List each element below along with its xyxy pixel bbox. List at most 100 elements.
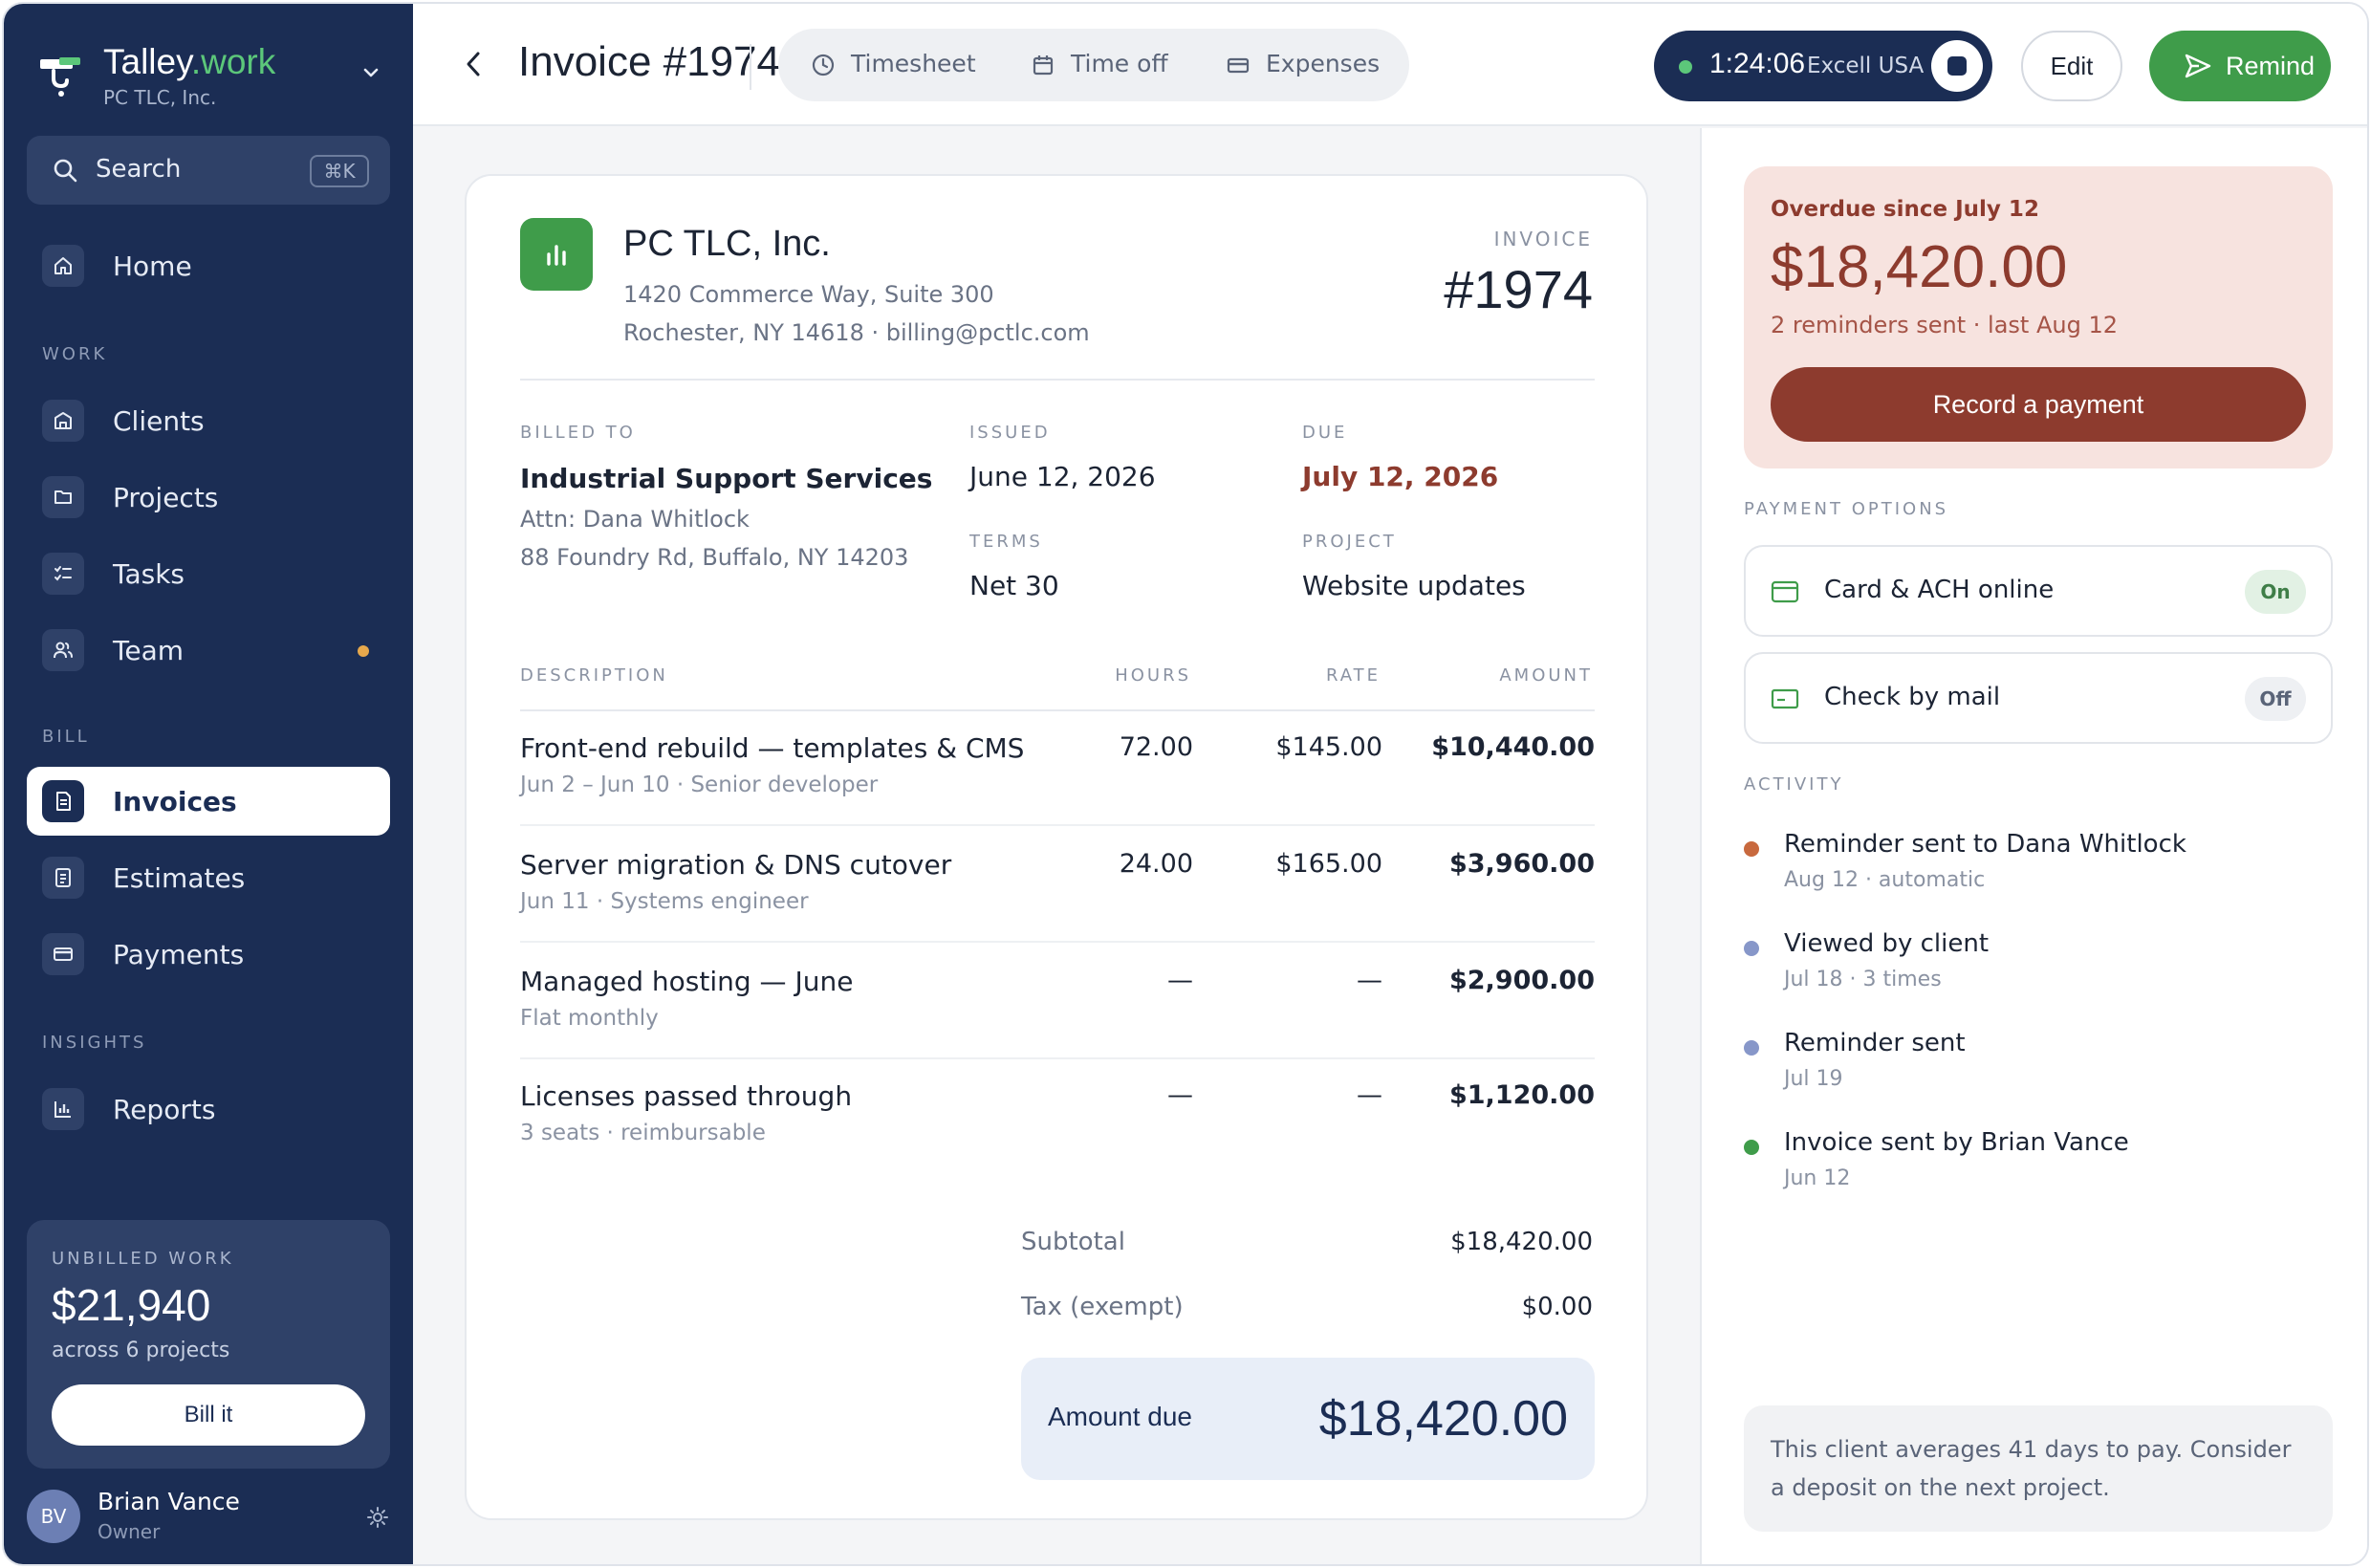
column-header-rate: RATE	[1325, 665, 1381, 686]
company-address: 1420 Commerce Way, Suite 300	[623, 281, 994, 308]
app-window: Talley.work PC TLC, Inc. Search ⌘K Home …	[2, 2, 2369, 1566]
gear-icon[interactable]	[365, 1505, 390, 1530]
workspace-switcher[interactable]: Talley.work PC TLC, Inc.	[38, 40, 392, 109]
activity-title: Reminder sent	[1784, 1029, 1966, 1057]
sidebar-item-home[interactable]: Home	[27, 231, 390, 300]
org-name: PC TLC, Inc.	[103, 86, 217, 109]
card-icon	[1771, 580, 1799, 603]
activity-detail: Jul 19	[1784, 1067, 1843, 1091]
activity-dot	[1744, 1140, 1759, 1155]
sub-tabs: Timesheet Time off Expenses	[778, 29, 1409, 101]
logo-icon	[40, 57, 80, 97]
table-row: Managed hosting — June Flat monthly — — …	[520, 945, 1595, 1059]
tax-value: $0.00	[1521, 1293, 1593, 1321]
checklist-icon	[54, 566, 72, 581]
sidebar-item-reports[interactable]: Reports	[27, 1075, 390, 1143]
section-label-work: WORK	[42, 344, 108, 364]
stop-icon	[1947, 56, 1967, 76]
sidebar-item-clients[interactable]: Clients	[27, 386, 390, 455]
activity-title: Invoice sent by Brian Vance	[1784, 1128, 2129, 1157]
notification-dot	[358, 645, 369, 657]
sidebar-item-estimates[interactable]: Estimates	[27, 843, 390, 912]
team-icon-box	[42, 629, 84, 671]
stop-timer-button[interactable]	[1931, 40, 1983, 92]
line-rate: $165.00	[1275, 849, 1382, 879]
record-payment-button[interactable]: Record a payment	[1771, 367, 2306, 442]
activity-detail: Jun 12	[1784, 1166, 1851, 1190]
payment-option-card-ach[interactable]: Card & ACH online On	[1744, 545, 2333, 637]
activity-detail: Jul 18 · 3 times	[1784, 968, 1942, 991]
column-header-hours: HOURS	[1115, 665, 1191, 686]
clients-icon	[54, 412, 72, 429]
line-detail: Jun 11 · Systems engineer	[520, 889, 809, 914]
line-rate: —	[1357, 966, 1382, 995]
invoice-card: PC TLC, Inc. 1420 Commerce Way, Suite 30…	[465, 174, 1648, 1520]
tab-label: Timesheet	[851, 50, 976, 77]
folder-icon-box	[42, 476, 84, 518]
invoice-area: PC TLC, Inc. 1420 Commerce Way, Suite 30…	[413, 128, 1700, 1564]
bill-it-button[interactable]: Bill it	[52, 1384, 365, 1446]
billed-client-name: Industrial Support Services	[520, 463, 933, 494]
clock-icon	[812, 54, 835, 76]
payment-option-label: Check by mail	[1824, 683, 2001, 711]
column-header-amount: AMOUNT	[1499, 665, 1593, 686]
sidebar-item-label: Payments	[113, 939, 245, 970]
line-hours: —	[1167, 966, 1193, 995]
line-hours: 72.00	[1119, 732, 1193, 762]
divider	[750, 44, 751, 90]
section-label-insights: INSIGHTS	[42, 1033, 147, 1053]
sidebar-item-projects[interactable]: Projects	[27, 463, 390, 532]
calendar-icon	[1033, 55, 1054, 76]
column-header-description: DESCRIPTION	[520, 665, 668, 686]
sidebar-item-payments[interactable]: Payments	[27, 920, 390, 989]
shortcut-badge: ⌘K	[310, 155, 369, 187]
activity-detail: Aug 12 · automatic	[1784, 868, 1986, 892]
unbilled-label: UNBILLED WORK	[52, 1249, 234, 1269]
search-label: Search	[96, 155, 182, 184]
chart-icon	[547, 245, 566, 266]
search-button[interactable]: Search ⌘K	[27, 136, 390, 205]
activity-dot	[1744, 841, 1759, 857]
sidebar-item-label: Projects	[113, 482, 219, 513]
edit-button[interactable]: Edit	[2021, 31, 2122, 101]
invoice-label: INVOICE	[1493, 228, 1593, 250]
sidebar-item-team[interactable]: Team	[27, 616, 390, 685]
sidebar: Talley.work PC TLC, Inc. Search ⌘K Home …	[4, 4, 413, 1564]
sidebar-item-tasks[interactable]: Tasks	[27, 539, 390, 608]
activity-item: Invoice sent by Brian Vance Jun 12	[1744, 1128, 2333, 1214]
sidebar-item-invoices[interactable]: Invoices	[27, 767, 390, 836]
user-profile[interactable]: BV Brian Vance Owner	[27, 1486, 390, 1551]
sidebar-item-label: Home	[113, 250, 192, 282]
divider	[520, 379, 1595, 381]
due-date: July 12, 2026	[1302, 461, 1499, 492]
issued-date: June 12, 2026	[969, 461, 1156, 492]
send-icon	[2185, 54, 2211, 78]
line-description: Licenses passed through	[520, 1080, 853, 1112]
user-name: Brian Vance	[98, 1488, 240, 1515]
toggle-on-badge[interactable]: On	[2245, 570, 2306, 614]
home-icon-box	[42, 245, 84, 287]
line-amount: $10,440.00	[1431, 732, 1595, 762]
activity-item: Reminder sent Jul 19	[1744, 1029, 2333, 1115]
estimate-icon-box	[42, 857, 84, 899]
page-title: Invoice #1974	[518, 38, 780, 85]
estimate-icon	[55, 868, 71, 887]
payment-option-check[interactable]: Check by mail Off	[1744, 652, 2333, 744]
terms-value: Net 30	[969, 570, 1059, 601]
subtotal-label: Subtotal	[1021, 1228, 1125, 1256]
sidebar-item-label: Estimates	[113, 862, 246, 894]
card-icon	[1227, 57, 1250, 74]
issued-label: ISSUED	[969, 423, 1051, 443]
remind-button[interactable]: Remind	[2149, 31, 2331, 101]
check-mail-icon	[1771, 688, 1799, 709]
billed-address: 88 Foundry Rd, Buffalo, NY 14203	[520, 544, 909, 571]
back-arrow-icon[interactable]	[459, 48, 488, 80]
toggle-off-badge[interactable]: Off	[2245, 677, 2306, 721]
tab-label: Time off	[1071, 50, 1168, 77]
timer-status-dot	[1679, 60, 1692, 74]
card-icon	[54, 947, 73, 961]
sidebar-item-label: Tasks	[113, 558, 185, 590]
unbilled-amount: $21,940	[52, 1280, 211, 1330]
activity-item: Reminder sent to Dana Whitlock Aug 12 · …	[1744, 830, 2333, 916]
chart-icon-box	[42, 1088, 84, 1130]
